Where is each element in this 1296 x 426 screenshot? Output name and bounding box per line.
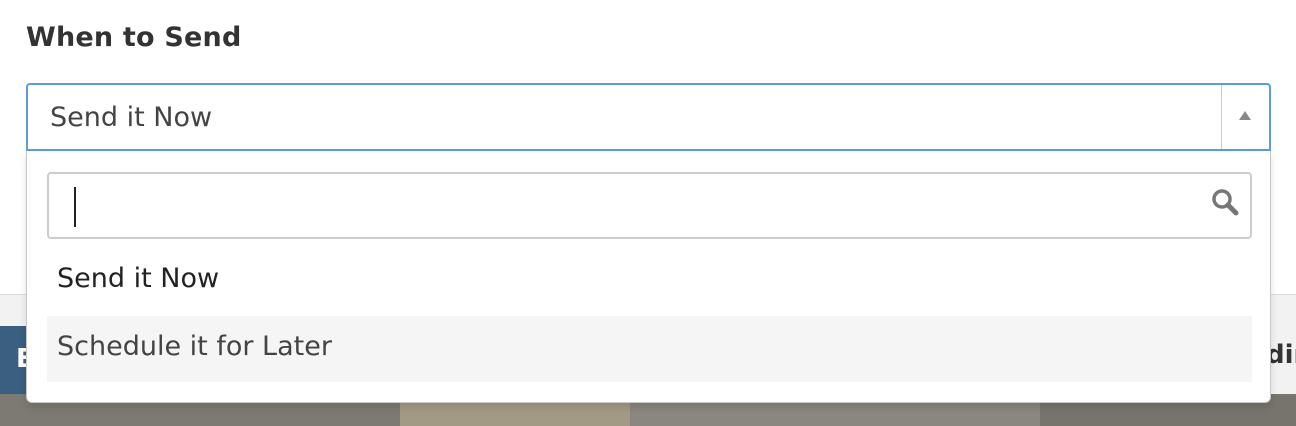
field-label: When to Send xyxy=(26,22,242,53)
when-to-send-select[interactable]: Send it Now xyxy=(26,83,1271,151)
caret-up-icon xyxy=(1239,111,1251,120)
select-toggle[interactable] xyxy=(1221,85,1269,149)
search-field[interactable] xyxy=(47,172,1252,239)
page: E din When to Send Send it Now Send it N… xyxy=(0,0,1296,426)
option-schedule-it-for-later[interactable]: Schedule it for Later xyxy=(47,316,1252,382)
selected-value: Send it Now xyxy=(50,102,213,133)
option-send-it-now[interactable]: Send it Now xyxy=(47,248,1252,314)
search-input[interactable] xyxy=(49,174,1209,237)
text-caret xyxy=(74,187,76,227)
dropdown-panel: Send it Now Schedule it for Later xyxy=(26,151,1271,403)
search-icon xyxy=(1212,189,1239,216)
